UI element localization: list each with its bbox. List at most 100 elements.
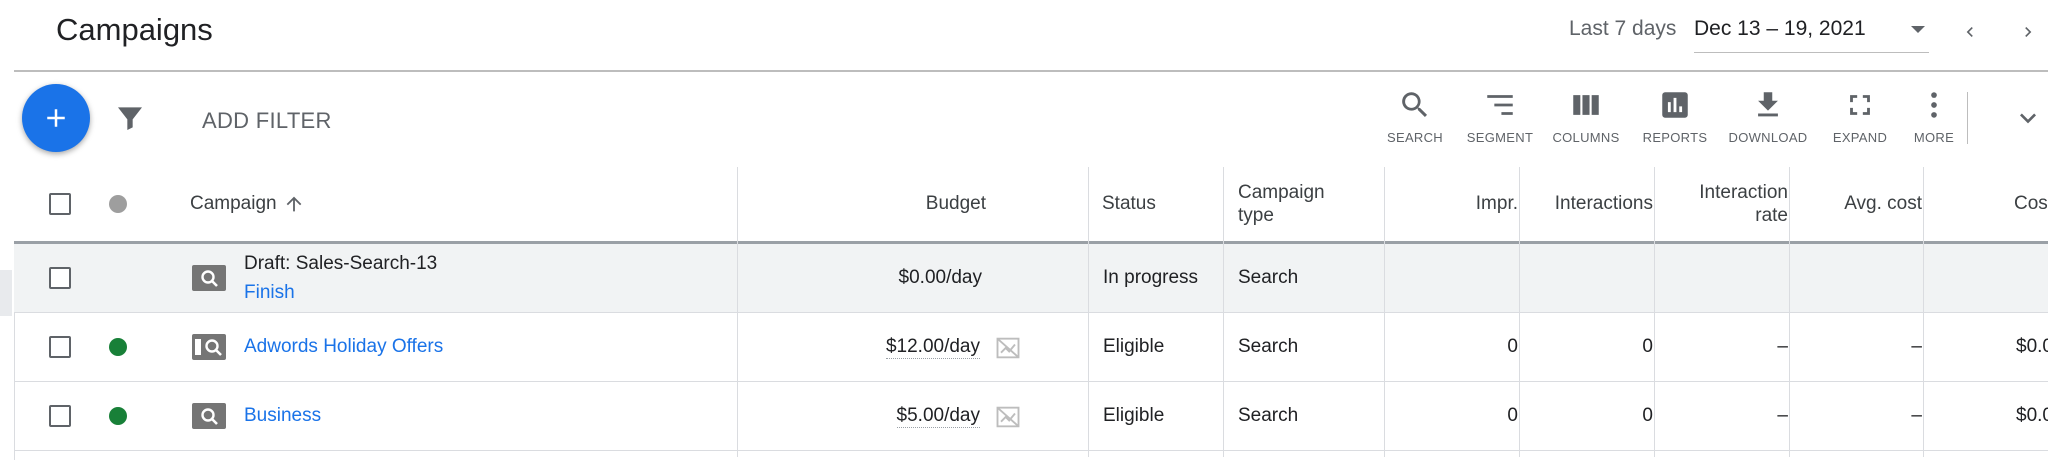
campaign-cell: Draft: Sales-Search-13 Finish	[244, 244, 437, 312]
more-icon	[1931, 92, 1937, 118]
column-header-interaction-rate[interactable]: Interaction rate	[1670, 167, 1788, 241]
column-header-impr[interactable]: Impr.	[1400, 167, 1518, 241]
table-header: Campaign Budget Status Campaign type Imp…	[14, 167, 2048, 244]
column-header-campaign[interactable]: Campaign	[190, 167, 305, 241]
interaction-rate-line-2: rate	[1755, 205, 1788, 226]
interaction-rate-cell: –	[1777, 405, 1788, 426]
campaign-type-cell: Search	[1238, 267, 1299, 288]
toolbar-divider	[1967, 92, 1968, 144]
campaign-cell: Adwords Holiday Offers	[244, 313, 443, 381]
download-tool-button[interactable]: DOWNLOAD	[1728, 88, 1808, 145]
budget-chart-icon[interactable]	[994, 403, 1022, 431]
columns-tool-button[interactable]: COLUMNS	[1546, 88, 1626, 145]
column-header-budget[interactable]: Budget	[752, 167, 986, 241]
interaction-rate-cell: –	[1777, 336, 1788, 357]
filter-icon[interactable]	[114, 102, 146, 139]
avg-cost-cell: –	[1911, 405, 1922, 426]
campaign-cell: Business	[244, 382, 321, 450]
search-tool-button[interactable]: SEARCH	[1375, 88, 1455, 145]
table-toolbar: ADD FILTER SEARCH SEGMENT COLUMNS REPORT…	[14, 72, 2048, 168]
column-header-cost[interactable]: Cos	[2014, 167, 2048, 241]
status-enabled-dot[interactable]	[109, 338, 127, 356]
impr-cell: 0	[1507, 336, 1518, 357]
next-period-button[interactable]	[2010, 14, 2046, 50]
segment-tool-label: SEGMENT	[1466, 130, 1534, 145]
budget-cell: $5.00/day	[752, 382, 980, 450]
column-divider	[737, 167, 738, 457]
more-tool-button[interactable]: MORE	[1894, 88, 1974, 145]
interaction-rate-line-1: Interaction	[1699, 182, 1788, 203]
download-tool-label: DOWNLOAD	[1728, 130, 1808, 145]
new-campaign-button[interactable]	[22, 84, 90, 152]
collapse-button[interactable]	[2012, 102, 2044, 139]
campaign-type-cell: Search	[1238, 336, 1299, 357]
search-campaign-icon	[192, 265, 226, 291]
columns-tool-label: COLUMNS	[1552, 130, 1620, 145]
chevron-right-icon	[2025, 27, 2032, 37]
row-checkbox[interactable]	[49, 336, 71, 358]
column-divider	[1654, 167, 1655, 457]
status-enabled-dot[interactable]	[109, 407, 127, 425]
column-header-campaign-type[interactable]: Campaign type	[1238, 167, 1325, 241]
row-checkbox[interactable]	[49, 267, 71, 289]
segment-icon	[1487, 95, 1513, 115]
status-cell: In progress	[1103, 267, 1199, 288]
cost-cell: $0.0	[2016, 336, 2048, 357]
reports-icon	[1662, 92, 1688, 118]
search-campaign-icon	[192, 334, 226, 360]
arrow-up-icon	[286, 196, 301, 212]
budget-cell: $0.00/day	[898, 267, 982, 288]
chevron-down-icon	[2020, 113, 2036, 124]
select-all-checkbox[interactable]	[49, 193, 71, 215]
chevron-left-icon	[1966, 27, 1973, 37]
rail-notch	[0, 270, 12, 316]
expand-tool-label: EXPAND	[1832, 130, 1888, 145]
budget-chart-icon[interactable]	[994, 334, 1022, 362]
date-range-select[interactable]: Dec 13 – 19, 2021	[1694, 12, 1929, 53]
search-campaign-icon	[192, 403, 226, 429]
previous-period-button[interactable]	[1952, 14, 1988, 50]
add-filter-button[interactable]: ADD FILTER	[202, 108, 332, 134]
interactions-cell: 0	[1642, 336, 1653, 357]
campaign-name-link[interactable]: Business	[244, 405, 321, 427]
campaign-type-line-2: type	[1238, 205, 1274, 226]
column-divider	[1223, 167, 1224, 457]
table-row-draft: Draft: Sales-Search-13 Finish $0.00/day …	[14, 244, 2048, 313]
search-icon	[1402, 92, 1428, 118]
column-divider	[1088, 167, 1089, 457]
columns-icon	[1573, 95, 1599, 115]
expand-tool-button[interactable]: EXPAND	[1820, 88, 1900, 145]
column-header-campaign-label: Campaign	[190, 193, 277, 214]
budget-value[interactable]: $12.00/day	[885, 336, 980, 359]
page-header: Campaigns Last 7 days Dec 13 – 19, 2021	[14, 0, 2048, 72]
status-header-dot	[109, 195, 127, 213]
page-title: Campaigns	[56, 12, 213, 47]
more-tool-label: MORE	[1913, 130, 1955, 145]
column-divider	[1789, 167, 1790, 457]
campaign-type-cell: Search	[1238, 405, 1299, 426]
interactions-cell: 0	[1642, 405, 1653, 426]
cost-cell: $0.0	[2016, 405, 2048, 426]
reports-tool-label: REPORTS	[1642, 130, 1708, 145]
status-cell: Eligible	[1103, 336, 1165, 357]
plus-icon	[47, 109, 65, 127]
impr-cell: 0	[1507, 405, 1518, 426]
download-icon	[1758, 92, 1778, 117]
campaign-type-line-1: Campaign	[1238, 182, 1325, 203]
column-header-avg-cost[interactable]: Avg. cost	[1804, 167, 1922, 241]
dropdown-caret-icon	[1911, 26, 1925, 33]
search-tool-label: SEARCH	[1387, 130, 1443, 145]
avg-cost-cell: –	[1911, 336, 1922, 357]
column-header-status[interactable]: Status	[1102, 167, 1156, 241]
date-range-value: Dec 13 – 19, 2021	[1694, 17, 1866, 40]
finish-draft-link[interactable]: Finish	[244, 278, 295, 307]
campaign-name-link[interactable]: Adwords Holiday Offers	[244, 336, 443, 358]
campaign-name: Draft: Sales-Search-13	[244, 253, 438, 274]
status-cell: Eligible	[1103, 405, 1165, 426]
row-checkbox[interactable]	[49, 405, 71, 427]
budget-value[interactable]: $5.00/day	[896, 405, 980, 428]
segment-tool-button[interactable]: SEGMENT	[1460, 88, 1540, 145]
table-row: Adwords Holiday Offers $12.00/day Eligib…	[14, 313, 2048, 382]
column-header-interactions[interactable]: Interactions	[1535, 167, 1653, 241]
reports-tool-button[interactable]: REPORTS	[1635, 88, 1715, 145]
